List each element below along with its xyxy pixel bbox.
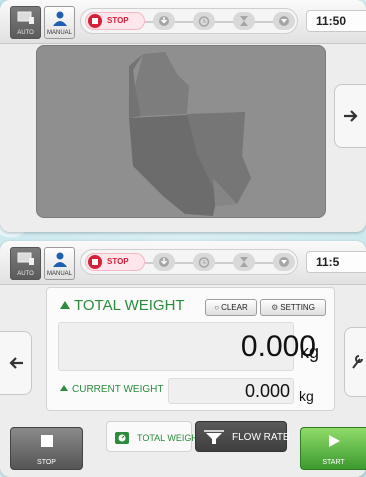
circle-icon: ○ <box>214 303 220 312</box>
stop-icon <box>88 14 102 28</box>
total-weight-title: TOTAL WEIGHT <box>60 297 185 314</box>
auto-mode-button[interactable]: AUTO <box>10 6 41 39</box>
stop-button-label: STOP <box>37 459 56 466</box>
monitor-icon <box>17 11 34 24</box>
step-funnel <box>273 12 295 30</box>
manual-label: MANUAL <box>46 30 72 36</box>
play-icon <box>328 435 340 447</box>
setting-label: SETTING <box>280 303 315 312</box>
hourglass-icon <box>240 257 248 267</box>
manual-mode-button[interactable]: MANUAL <box>44 6 75 39</box>
current-weight-label: CURRENT WEIGHT <box>72 384 164 395</box>
start-button[interactable]: START <box>300 427 366 470</box>
stop-button[interactable]: STOP <box>10 427 83 470</box>
arrow-left-icon <box>9 357 23 369</box>
clear-button[interactable]: ○ CLEAR <box>205 299 257 316</box>
top-screen-panel: AUTO MANUAL STOP 11:50 <box>0 0 366 232</box>
stop-status-chip[interactable]: STOP <box>85 253 145 271</box>
stop-square-icon <box>40 435 53 447</box>
total-weight-unit: kg <box>300 342 320 362</box>
current-weight-unit: kg <box>299 388 314 404</box>
monitor-icon <box>17 252 34 265</box>
timer-icon <box>198 257 210 268</box>
current-weight-title: CURRENT WEIGHT <box>60 384 163 395</box>
download-icon <box>159 16 169 26</box>
triangle-icon <box>60 385 68 391</box>
step-download <box>153 253 175 271</box>
tab-flow-rate[interactable]: FLOW RATE <box>195 421 290 452</box>
next-page-button[interactable] <box>334 84 366 148</box>
status-bar: AUTO MANUAL STOP 11:50 <box>0 0 366 44</box>
process-steps-bar-bottom: STOP <box>80 249 298 275</box>
tab-total-weight[interactable]: TOTAL WEIGHT <box>106 421 203 452</box>
scale-icon <box>115 432 129 444</box>
total-weight-label: TOTAL WEIGHT <box>74 297 185 314</box>
clear-label: CLEAR <box>221 303 248 312</box>
current-weight-value: 0.000 <box>244 381 290 401</box>
status-bar-bottom: AUTO MANUAL STOP 11:5 <box>0 241 366 285</box>
manual-label: MANUAL <box>46 271 72 277</box>
step-timer <box>193 12 215 30</box>
timer-icon <box>198 16 210 27</box>
auto-label: AUTO <box>17 271 34 277</box>
step-timer <box>193 253 215 271</box>
machine-diagram <box>129 52 251 216</box>
step-hourglass <box>233 12 255 30</box>
clock: 11:50 <box>306 10 366 32</box>
start-button-label: START <box>322 459 345 466</box>
download-icon <box>159 257 169 267</box>
step-hourglass <box>233 253 255 271</box>
wrench-icon <box>352 355 363 369</box>
machine-diagram-view <box>36 45 326 218</box>
clock-bottom: 11:5 <box>306 251 366 273</box>
tab-total-label: TOTAL WEIGHT <box>137 433 204 443</box>
step-funnel <box>273 253 295 271</box>
hourglass-icon <box>240 16 248 26</box>
manual-mode-button-bottom[interactable]: MANUAL <box>44 247 75 280</box>
auto-mode-button-bottom[interactable]: AUTO <box>10 247 41 280</box>
stop-status-label: STOP <box>107 16 129 25</box>
flow-icon <box>204 430 224 444</box>
auto-label: AUTO <box>17 30 34 36</box>
person-icon <box>53 252 67 267</box>
stop-icon <box>88 255 102 269</box>
person-icon <box>53 11 67 26</box>
gear-icon: ⚙ <box>271 303 279 312</box>
stop-status-chip[interactable]: STOP <box>85 12 145 30</box>
step-download <box>153 12 175 30</box>
triangle-icon <box>60 301 70 309</box>
arrow-right-icon <box>344 110 358 122</box>
funnel-icon <box>279 16 289 26</box>
setting-button[interactable]: ⚙ SETTING <box>260 299 326 316</box>
maintenance-button[interactable] <box>344 327 366 397</box>
tab-flow-label: FLOW RATE <box>232 432 290 443</box>
previous-page-button[interactable] <box>0 331 32 395</box>
stop-status-label: STOP <box>107 257 129 266</box>
process-steps-bar: STOP <box>80 8 298 34</box>
funnel-icon <box>279 257 289 267</box>
